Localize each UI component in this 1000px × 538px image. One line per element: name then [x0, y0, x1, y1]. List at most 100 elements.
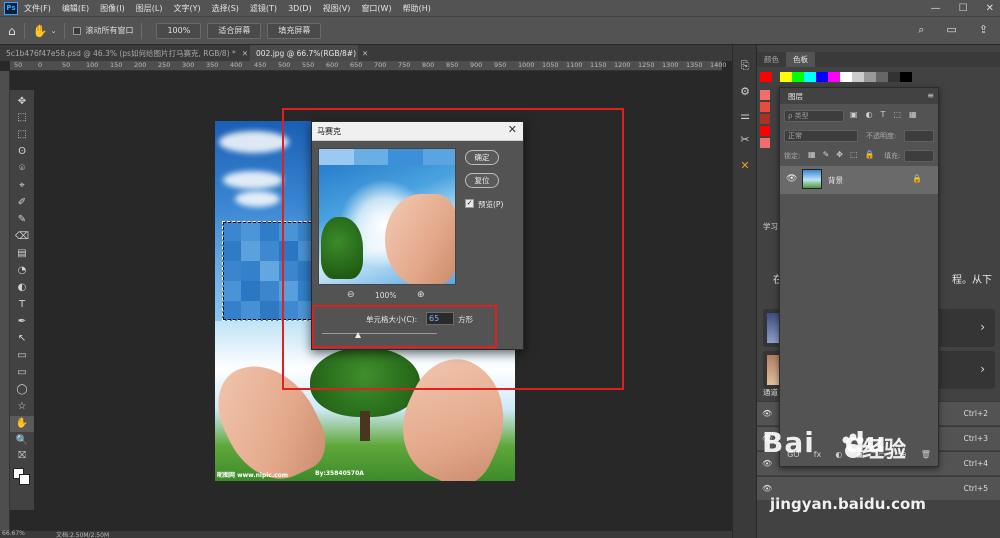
custom-shape-tool-icon[interactable]: ☆ — [10, 399, 34, 415]
fit-screen-button[interactable]: 适合屏幕 — [207, 22, 262, 39]
trash-icon[interactable]: 🗑 — [921, 450, 931, 459]
rectangle-tool-icon[interactable]: ▭ — [10, 348, 34, 364]
opacity-input[interactable] — [904, 130, 934, 142]
menu-window[interactable]: 窗口(W) — [361, 3, 391, 14]
menu-type[interactable]: 文字(Y) — [173, 3, 200, 14]
ruler-horizontal[interactable]: 50 0 50 100 150 200 250 300 350 400 450 500 550 600 65… — [10, 61, 727, 71]
path-select-tool-icon[interactable]: ↖ — [10, 331, 34, 347]
chevron-right-icon[interactable]: › — [980, 362, 985, 376]
eye-icon[interactable]: 👁 — [762, 409, 772, 418]
maximize-icon[interactable]: ☐ — [959, 3, 968, 14]
menu-3d[interactable]: 3D(D) — [288, 4, 312, 13]
blend-mode-select[interactable]: 正常 — [784, 130, 858, 142]
fill-screen-button[interactable]: 填充屏幕 — [267, 22, 322, 39]
brush-tool-icon[interactable]: ✎ — [10, 212, 34, 228]
eraser-tool-icon[interactable]: ⌫ — [10, 229, 34, 245]
pen-tool-icon[interactable]: ✒ — [10, 314, 34, 330]
lock-icon[interactable]: 🔒 — [912, 174, 922, 183]
eye-icon[interactable]: 👁 — [762, 459, 772, 468]
color-swatch[interactable] — [760, 138, 770, 148]
scroll-all-windows-checkbox[interactable] — [73, 26, 82, 35]
color-swatch[interactable] — [864, 72, 876, 82]
blur-tool-icon[interactable]: ◔ — [10, 263, 34, 279]
close-icon[interactable]: ✕ — [362, 49, 368, 58]
frame-tool-icon[interactable]: ⛝ — [10, 448, 34, 464]
layer-row-background[interactable]: 👁 背景 🔒 — [780, 166, 938, 194]
minimize-icon[interactable]: — — [931, 3, 941, 14]
status-zoom[interactable]: 66.67% — [2, 530, 25, 537]
eye-icon[interactable]: 👁 — [762, 484, 772, 493]
home-icon[interactable]: ⌂ — [8, 24, 16, 38]
tab-learn[interactable]: 学习 — [763, 221, 778, 232]
color-swatch[interactable] — [816, 72, 828, 82]
lasso-tool-icon[interactable]: ʘ — [10, 144, 34, 160]
ruler-vertical[interactable] — [0, 71, 10, 531]
tab-jpg-document[interactable]: 002.jpg @ 66.7%(RGB/8#) ✕ — [250, 45, 368, 61]
menu-filter[interactable]: 滤镜(T) — [250, 3, 277, 14]
adjustment-filter-icon[interactable]: ◐ — [866, 110, 873, 119]
dodge-tool-icon[interactable]: ◐ — [10, 280, 34, 296]
type-tool-icon[interactable]: T — [10, 297, 34, 313]
close-window-icon[interactable]: ✕ — [986, 3, 994, 14]
lock-all-icon[interactable]: 🔒 — [865, 150, 875, 159]
color-swatch[interactable] — [760, 102, 770, 112]
share-icon[interactable]: ⇪ — [979, 23, 988, 37]
tab-color[interactable]: 颜色 — [757, 52, 786, 67]
search-icon[interactable]: ⌕ — [918, 23, 924, 37]
tab-psd-document[interactable]: 5c1b476f47e58.psd @ 46.3% (ps如何给图片打马赛克, … — [0, 45, 248, 61]
color-swatch[interactable] — [900, 72, 912, 82]
color-swatch[interactable] — [760, 90, 770, 100]
tab-swatches[interactable]: 色板 — [786, 52, 815, 67]
history-icon[interactable]: ⎘ — [733, 59, 757, 73]
menu-select[interactable]: 选择(S) — [212, 3, 239, 14]
layer-filter-select[interactable]: ρ 类型 — [784, 110, 844, 122]
color-swatch[interactable] — [792, 72, 804, 82]
move-tool-icon[interactable]: ✥ — [10, 94, 34, 110]
type-filter-icon[interactable]: T — [881, 110, 886, 119]
color-swatch[interactable] — [760, 126, 770, 136]
tab-channels[interactable]: 通道 — [763, 387, 778, 398]
hand-tool-icon[interactable]: ✋ — [33, 24, 48, 38]
fill-input[interactable] — [904, 150, 934, 162]
artboard-tool-icon[interactable]: ⬚ — [10, 110, 34, 126]
color-swatch[interactable] — [760, 114, 770, 124]
lock-pixels-icon[interactable]: ✎ — [823, 150, 830, 159]
chevron-down-icon[interactable]: ⌄ — [51, 27, 57, 35]
eyedropper-tool-icon[interactable]: ✐ — [10, 195, 34, 211]
lock-position-icon[interactable]: ✥ — [836, 150, 843, 159]
zoom-100-button[interactable]: 100% — [156, 22, 202, 39]
lock-transparent-icon[interactable]: ▦ — [808, 150, 816, 159]
menu-image[interactable]: 图像(I) — [100, 3, 125, 14]
chevron-right-icon[interactable]: › — [980, 320, 985, 334]
shape-filter-icon[interactable]: ⬚ — [893, 110, 901, 119]
color-swatch[interactable] — [828, 72, 840, 82]
marquee-tool-icon[interactable]: ⬚ — [10, 127, 34, 143]
adjustments-icon[interactable]: ⚌ — [733, 109, 757, 122]
background-color-swatch[interactable] — [19, 474, 30, 485]
menu-edit[interactable]: 编辑(E) — [62, 3, 89, 14]
lock-artboard-icon[interactable]: ⬚ — [850, 150, 858, 159]
brush-settings-icon[interactable]: ✕ — [733, 159, 757, 172]
close-icon[interactable]: ✕ — [242, 49, 248, 58]
zoom-tool-icon[interactable]: 🔍 — [10, 433, 34, 449]
color-swatch[interactable] — [780, 72, 792, 82]
tools-icon[interactable]: ✂ — [733, 133, 757, 146]
color-swatch[interactable] — [888, 72, 900, 82]
eye-icon[interactable]: 👁 — [786, 174, 797, 184]
crop-tool-icon[interactable]: ⌖ — [10, 178, 34, 194]
gradient-tool-icon[interactable]: ▤ — [10, 246, 34, 262]
quick-select-tool-icon[interactable]: ⌾ — [10, 161, 34, 177]
pixel-filter-icon[interactable]: ▣ — [850, 110, 858, 119]
color-swatch[interactable] — [852, 72, 864, 82]
color-swatch[interactable] — [840, 72, 852, 82]
menu-layer[interactable]: 图层(L) — [136, 3, 163, 14]
tab-layers[interactable]: 图层 — [780, 91, 811, 102]
color-swatch[interactable] — [804, 72, 816, 82]
menu-help[interactable]: 帮助(H) — [403, 3, 431, 14]
ellipse-tool-icon[interactable]: ◯ — [10, 382, 34, 398]
smart-object-filter-icon[interactable]: ▦ — [909, 110, 917, 119]
panel-menu-icon[interactable]: ≡ — [927, 91, 934, 100]
color-swatch[interactable] — [760, 72, 772, 82]
rounded-rect-tool-icon[interactable]: ▭ — [10, 365, 34, 381]
menu-view[interactable]: 视图(V) — [323, 3, 351, 14]
